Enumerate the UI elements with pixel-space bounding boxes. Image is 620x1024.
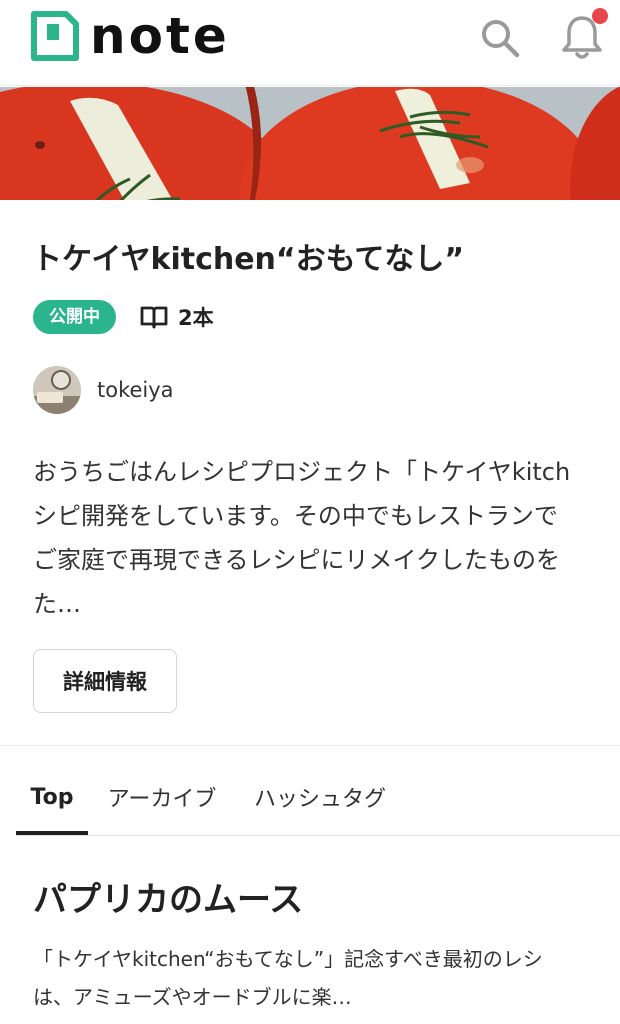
tab-top[interactable]: Top <box>16 760 88 834</box>
magazine-description: おうちごはんレシピプロジェクト「トケイヤkitch シピ開発をしています。その中… <box>33 450 620 626</box>
divider <box>0 745 620 746</box>
description-line: ご家庭で再現できるレシピにリメイクしたものを <box>33 546 561 574</box>
tab-archive[interactable]: アーカイブ <box>102 760 222 834</box>
food-photo <box>0 87 620 200</box>
author-link[interactable]: tokeiya <box>33 366 174 414</box>
app-header: note <box>0 0 620 86</box>
note-logo-mark-icon <box>31 11 79 61</box>
search-icon[interactable] <box>478 16 522 60</box>
description-line: シピ開発をしています。その中でもレストランで <box>33 502 558 530</box>
avatar-image <box>33 366 81 414</box>
note-title[interactable]: パプリカのムース <box>33 872 303 921</box>
description-line: おうちごはんレシピプロジェクト「トケイヤkitch <box>33 458 571 486</box>
divider <box>16 835 620 836</box>
magazine-header-image <box>0 87 620 200</box>
status-badge: 公開中 <box>33 300 116 334</box>
excerpt-line: 「トケイヤkitchen“おもてなし”」記念すべき最初のレシ <box>33 947 543 971</box>
author-name: tokeiya <box>97 378 174 402</box>
tab-hashtag[interactable]: ハッシュタグ <box>248 760 392 834</box>
article-count-label: 2本 <box>178 306 214 330</box>
article-count: 2本 <box>140 302 214 332</box>
notification-badge <box>592 8 608 24</box>
book-icon <box>140 306 168 329</box>
details-button[interactable]: 詳細情報 <box>33 649 177 713</box>
logo-text: note <box>90 7 230 65</box>
avatar <box>33 366 81 414</box>
page: note トケイヤkitchen“おもてなし” 公開中 2本 tokeiya お… <box>0 0 620 1024</box>
note-excerpt[interactable]: 「トケイヤkitchen“おもてなし”」記念すべき最初のレシ は、アミューズやオ… <box>33 940 620 1016</box>
description-line: た… <box>33 590 81 618</box>
magazine-title: トケイヤkitchen“おもてなし” <box>32 242 465 277</box>
excerpt-line: は、アミューズやオードブルに楽… <box>33 985 352 1009</box>
note-logo[interactable]: note <box>30 10 230 62</box>
tab-bar: Top アーカイブ ハッシュタグ <box>16 760 620 836</box>
